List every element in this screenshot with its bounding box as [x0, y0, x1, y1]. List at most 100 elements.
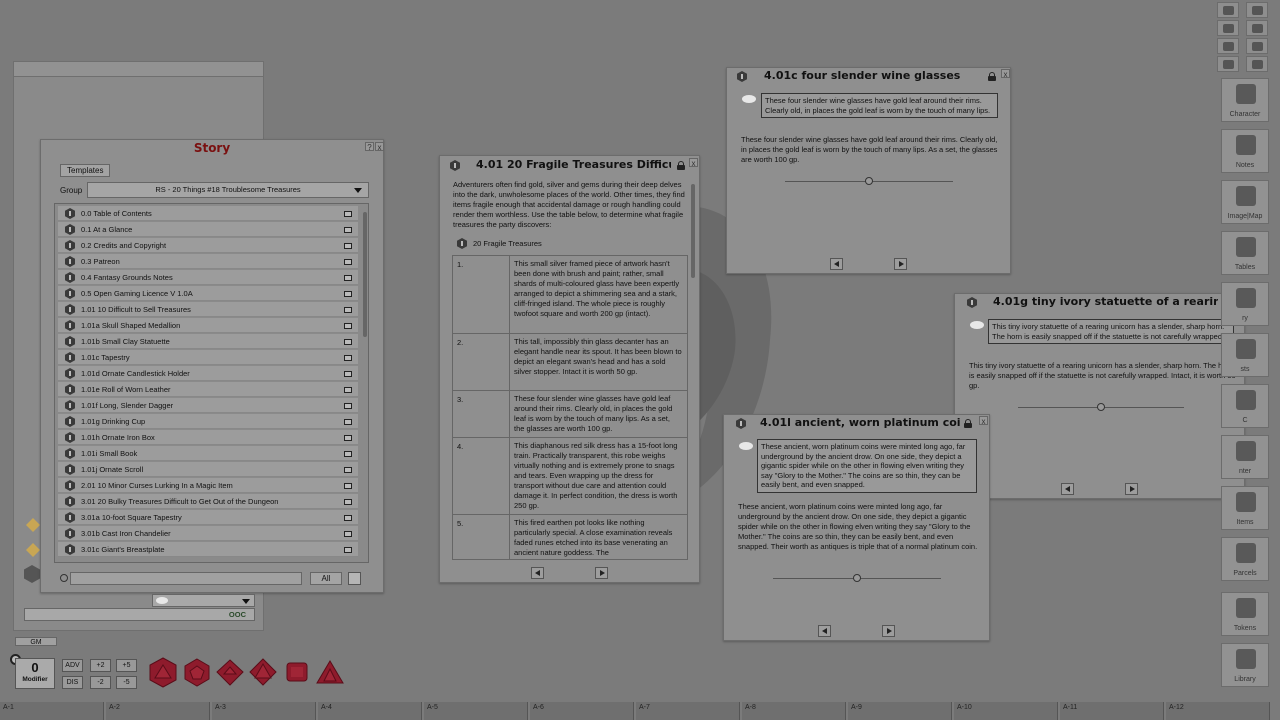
list-item[interactable]: 0.0 Table of Contents: [58, 206, 358, 221]
prev-button[interactable]: [1061, 483, 1074, 495]
adv-button[interactable]: ADV: [62, 659, 83, 672]
sidebar-item-items[interactable]: Items: [1221, 486, 1269, 530]
minus5-button[interactable]: -5: [116, 676, 137, 689]
group-select[interactable]: RS - 20 Things #18 Troublesome Treasures: [87, 182, 369, 198]
list-item[interactable]: 1.01 10 Difficult to Sell Treasures: [58, 302, 358, 317]
list-item[interactable]: 3.01a 10-foot Square Tapestry: [58, 510, 358, 525]
d8-die-icon[interactable]: [248, 657, 278, 688]
list-item[interactable]: 1.01h Ornate Iron Box: [58, 430, 358, 445]
scrollbar[interactable]: [691, 184, 695, 278]
hotbar-slot[interactable]: A-10: [954, 702, 1058, 720]
prev-button[interactable]: [818, 625, 831, 637]
sidebar-item-encounter[interactable]: nter: [1221, 435, 1269, 479]
list-item[interactable]: 1.01b Small Clay Statuette: [58, 334, 358, 349]
hotbar-slot[interactable]: A-12: [1166, 702, 1270, 720]
share-icon[interactable]: [344, 547, 352, 553]
sidebar-item-image[interactable]: Image|Map: [1221, 180, 1269, 224]
list-item[interactable]: 1.01i Small Book: [58, 446, 358, 461]
hotbar-slot[interactable]: A-2: [106, 702, 210, 720]
list-item[interactable]: 0.1 At a Glance: [58, 222, 358, 237]
hotbar-slot[interactable]: A-8: [742, 702, 846, 720]
hotbar-slot[interactable]: A-4: [318, 702, 422, 720]
help-button[interactable]: ?: [365, 142, 374, 152]
slider[interactable]: [1018, 403, 1184, 411]
list-item[interactable]: 0.4 Fantasy Grounds Notes: [58, 270, 358, 285]
list-item[interactable]: 1.01e Roll of Worn Leather: [58, 382, 358, 397]
colors-icon[interactable]: [1246, 20, 1268, 36]
send-as-select[interactable]: [152, 594, 255, 607]
lock-icon[interactable]: [964, 419, 972, 428]
lighting-tool-icon[interactable]: [1217, 2, 1239, 18]
share-icon[interactable]: [344, 387, 352, 393]
next-button[interactable]: [882, 625, 895, 637]
list-item[interactable]: 3.01b Cast Iron Chandelier: [58, 526, 358, 541]
chat-tab-strip[interactable]: [14, 62, 263, 77]
sidebar-item-library[interactable]: Library: [1221, 643, 1269, 687]
chat-input[interactable]: OOC: [24, 608, 255, 621]
d10-die-icon[interactable]: [215, 657, 245, 688]
sidebar-item-story[interactable]: ry: [1221, 282, 1269, 326]
prev-button[interactable]: [830, 258, 843, 270]
share-icon[interactable]: [344, 243, 352, 249]
d6-die-icon[interactable]: [283, 657, 313, 688]
plus5-button[interactable]: +5: [116, 659, 137, 672]
close-button[interactable]: x: [979, 416, 988, 426]
list-item[interactable]: 0.5 Open Gaming Licence V 1.0A: [58, 286, 358, 301]
next-button[interactable]: [1125, 483, 1138, 495]
share-icon[interactable]: [344, 483, 352, 489]
scrollbar[interactable]: [363, 212, 367, 337]
hotbar-slot[interactable]: A-1: [0, 702, 104, 720]
share-icon[interactable]: [344, 451, 352, 457]
camera-icon[interactable]: [1217, 56, 1239, 72]
share-icon[interactable]: [344, 275, 352, 281]
dis-button[interactable]: DIS: [62, 676, 83, 689]
edit-icon[interactable]: [348, 572, 361, 585]
plus2-button[interactable]: +2: [90, 659, 111, 672]
close-button[interactable]: x: [689, 158, 698, 168]
share-icon[interactable]: [344, 467, 352, 473]
hotbar-slot[interactable]: A-5: [424, 702, 528, 720]
share-icon[interactable]: [344, 435, 352, 441]
d20-die-icon[interactable]: [148, 657, 178, 688]
lock-icon[interactable]: [677, 161, 685, 170]
effects-icon[interactable]: [1246, 56, 1268, 72]
prev-button[interactable]: [531, 567, 544, 579]
list-item[interactable]: 1.01g Drinking Cup: [58, 414, 358, 429]
list-item[interactable]: 1.01f Long, Slender Dagger: [58, 398, 358, 413]
share-icon[interactable]: [344, 339, 352, 345]
sidebar-item-quests[interactable]: sts: [1221, 333, 1269, 377]
share-icon[interactable]: [344, 259, 352, 265]
hotbar-slot[interactable]: A-11: [1060, 702, 1164, 720]
calendar-icon[interactable]: [1217, 20, 1239, 36]
d4-die-icon[interactable]: [315, 657, 345, 688]
sidebar-item-tables[interactable]: Tables: [1221, 231, 1269, 275]
share-icon[interactable]: [344, 515, 352, 521]
share-icon[interactable]: [344, 531, 352, 537]
list-item[interactable]: 0.2 Credits and Copyright: [58, 238, 358, 253]
sidebar-item-notes[interactable]: Notes: [1221, 129, 1269, 173]
hotbar-slot[interactable]: A-6: [530, 702, 634, 720]
next-button[interactable]: [595, 567, 608, 579]
share-icon[interactable]: [344, 355, 352, 361]
list-item[interactable]: 2.01 10 Minor Curses Lurking In a Magic …: [58, 478, 358, 493]
share-icon[interactable]: [344, 307, 352, 313]
all-button[interactable]: All: [310, 572, 342, 585]
close-button[interactable]: x: [1001, 69, 1010, 79]
slider[interactable]: [773, 574, 941, 582]
share-icon[interactable]: [344, 323, 352, 329]
list-item[interactable]: 1.01c Tapestry: [58, 350, 358, 365]
search-input[interactable]: [70, 572, 302, 585]
modifiers-icon[interactable]: [1246, 38, 1268, 54]
list-item[interactable]: 0.3 Patreon: [58, 254, 358, 269]
lock-icon[interactable]: [988, 72, 996, 81]
d12-die-icon[interactable]: [182, 657, 212, 688]
modifier-box[interactable]: 0 Modifier: [15, 658, 55, 689]
moon-icon[interactable]: [1217, 38, 1239, 54]
table-link[interactable]: 20 Fragile Treasures: [473, 239, 542, 248]
templates-tab[interactable]: Templates: [60, 164, 111, 177]
list-item[interactable]: 3.01c Giant's Breastplate: [58, 542, 358, 557]
list-item[interactable]: 1.01a Skull Shaped Medallion: [58, 318, 358, 333]
close-button[interactable]: x: [375, 142, 384, 152]
sidebar-item-tokens[interactable]: Tokens: [1221, 592, 1269, 636]
list-item[interactable]: 1.01j Ornate Scroll: [58, 462, 358, 477]
